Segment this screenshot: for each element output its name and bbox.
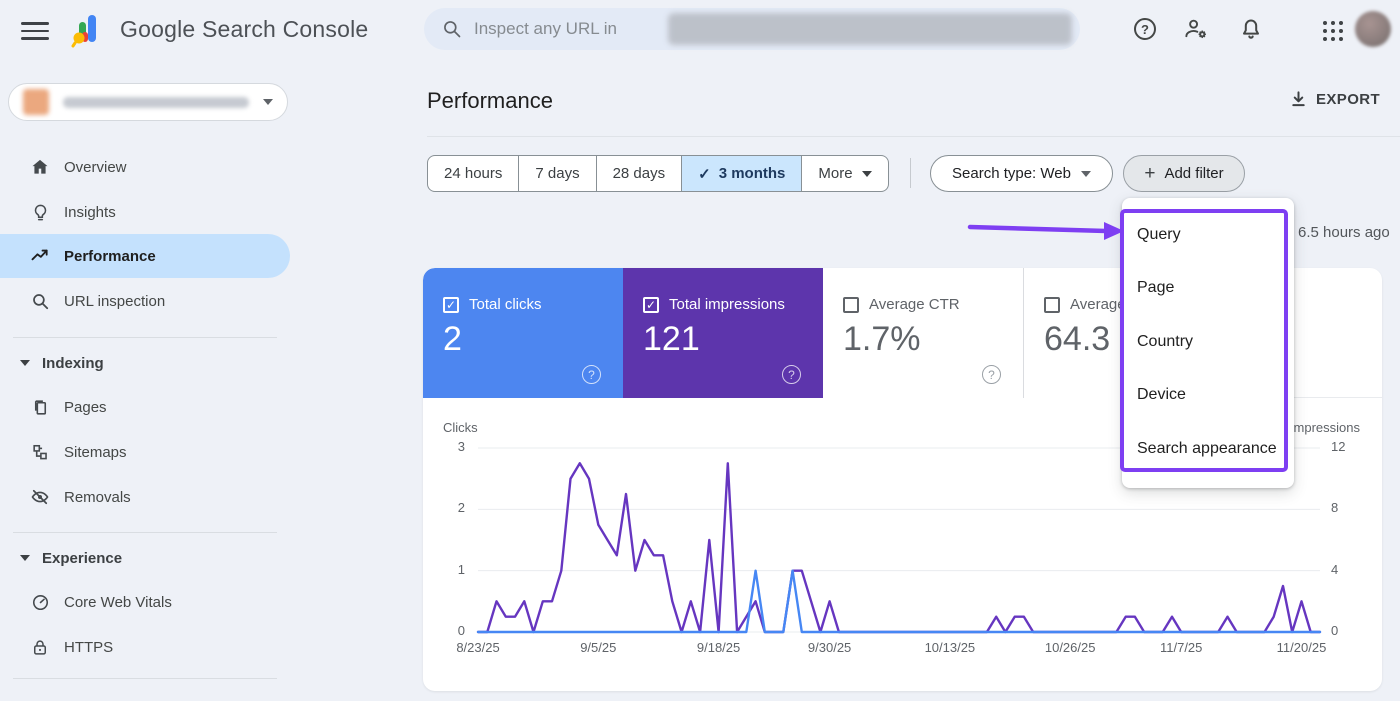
y-axis-tick-clicks: 3 bbox=[457, 439, 465, 454]
export-button[interactable]: EXPORT bbox=[1290, 90, 1380, 108]
eye-off-icon bbox=[30, 487, 50, 507]
date-range-28-days[interactable]: 28 days bbox=[596, 155, 683, 192]
y-axis-tick-impressions: 4 bbox=[1331, 561, 1339, 577]
y-axis-tick-clicks: 1 bbox=[457, 561, 465, 577]
hamburger-menu-icon[interactable] bbox=[20, 20, 50, 42]
sidebar-divider bbox=[13, 678, 277, 679]
sidebar-item-insights[interactable]: Insights bbox=[0, 190, 290, 234]
pages-icon bbox=[30, 397, 50, 417]
menu-item-country[interactable]: Country bbox=[1122, 315, 1294, 369]
menu-item-device[interactable]: Device bbox=[1122, 369, 1294, 423]
search-console-logo-icon bbox=[71, 15, 96, 48]
search-type-button[interactable]: Search type: Web bbox=[930, 155, 1113, 192]
chevron-down-icon bbox=[263, 99, 273, 105]
x-axis-tick: 9/30/25 bbox=[807, 640, 852, 655]
plus-icon: + bbox=[1144, 162, 1156, 184]
check-icon: ✓ bbox=[698, 165, 711, 183]
sitemap-tree-icon bbox=[30, 442, 50, 462]
x-axis-tick: 9/5/25 bbox=[580, 640, 617, 655]
trend-icon bbox=[30, 246, 50, 266]
x-axis-tick: 10/13/25 bbox=[924, 640, 976, 655]
annotation-arrow bbox=[967, 222, 1124, 240]
property-selector[interactable] bbox=[8, 83, 288, 121]
menu-item-query[interactable]: Query bbox=[1122, 208, 1294, 262]
date-range-7-days[interactable]: 7 days bbox=[519, 155, 597, 192]
home-icon bbox=[30, 157, 50, 177]
sidebar-section-experience[interactable]: Experience bbox=[20, 546, 122, 570]
help-icon[interactable]: ? bbox=[1132, 16, 1158, 42]
add-filter-button[interactable]: + Add filter bbox=[1123, 155, 1245, 192]
sidebar-section-indexing[interactable]: Indexing bbox=[20, 351, 104, 375]
last-updated-text: 6.5 hours ago bbox=[1298, 224, 1390, 241]
y-axis-tick-impressions: 8 bbox=[1331, 500, 1339, 516]
x-axis-tick: 11/20/25 bbox=[1276, 640, 1327, 655]
menu-item-search-appearance[interactable]: Search appearance bbox=[1122, 422, 1294, 476]
sidebar-item-performance[interactable]: Performance bbox=[0, 234, 290, 278]
x-axis-tick: 11/7/25 bbox=[1159, 640, 1203, 655]
magnifier-icon bbox=[30, 291, 50, 311]
x-axis-tick: 9/18/25 bbox=[696, 640, 741, 655]
sidebar-item-overview[interactable]: Overview bbox=[0, 145, 290, 189]
y-axis-tick-clicks: 0 bbox=[457, 623, 465, 638]
divider bbox=[427, 136, 1400, 137]
y-axis-tick-impressions: 12 bbox=[1331, 439, 1346, 454]
date-range-3-months[interactable]: ✓ 3 months bbox=[682, 155, 803, 192]
redacted-property-name bbox=[63, 96, 249, 108]
speedometer-icon bbox=[30, 592, 50, 612]
redacted-property-url bbox=[668, 13, 1072, 45]
app-title: Google Search Console bbox=[120, 16, 369, 42]
chevron-down-icon bbox=[20, 360, 30, 366]
sidebar-item-removals[interactable]: Removals bbox=[0, 475, 290, 519]
lightbulb-icon bbox=[30, 202, 50, 222]
lock-icon bbox=[30, 637, 50, 657]
property-avatar bbox=[23, 89, 49, 115]
chevron-down-icon bbox=[1080, 170, 1091, 177]
google-apps-grid-icon[interactable] bbox=[1320, 18, 1346, 44]
divider bbox=[910, 158, 911, 188]
sidebar-item-sitemaps[interactable]: Sitemaps bbox=[0, 430, 290, 474]
sidebar-item-url-inspection[interactable]: URL inspection bbox=[0, 279, 290, 323]
date-range-24-hours[interactable]: 24 hours bbox=[427, 155, 520, 192]
chevron-down-icon bbox=[861, 170, 872, 177]
account-avatar[interactable] bbox=[1355, 11, 1391, 47]
search-icon bbox=[444, 21, 461, 38]
page-title: Performance bbox=[427, 88, 553, 113]
date-range-more[interactable]: More bbox=[802, 155, 889, 192]
sidebar-item-https[interactable]: HTTPS bbox=[0, 625, 290, 669]
y-axis-tick-impressions: 0 bbox=[1331, 623, 1339, 638]
sidebar-divider bbox=[13, 532, 277, 533]
sidebar-divider bbox=[13, 337, 277, 338]
menu-item-page[interactable]: Page bbox=[1122, 262, 1294, 316]
sidebar-item-pages[interactable]: Pages bbox=[0, 385, 290, 429]
sidebar-item-core-web-vitals[interactable]: Core Web Vitals bbox=[0, 580, 290, 624]
x-axis-tick: 8/23/25 bbox=[456, 640, 500, 655]
y-axis-tick-clicks: 2 bbox=[457, 500, 465, 516]
notifications-bell-icon[interactable] bbox=[1238, 16, 1264, 42]
user-settings-icon[interactable] bbox=[1183, 16, 1209, 42]
download-icon bbox=[1292, 91, 1305, 107]
x-axis-tick: 10/26/25 bbox=[1044, 640, 1096, 655]
date-range-control: 24 hours 7 days 28 days ✓ 3 months More bbox=[427, 155, 889, 192]
add-filter-dropdown-menu: Query Page Country Device Search appeara… bbox=[1122, 198, 1294, 488]
search-placeholder: Inspect any URL in bbox=[474, 19, 617, 38]
url-inspection-search-bar[interactable]: Inspect any URL in bbox=[424, 8, 1080, 50]
chevron-down-icon bbox=[20, 555, 30, 561]
